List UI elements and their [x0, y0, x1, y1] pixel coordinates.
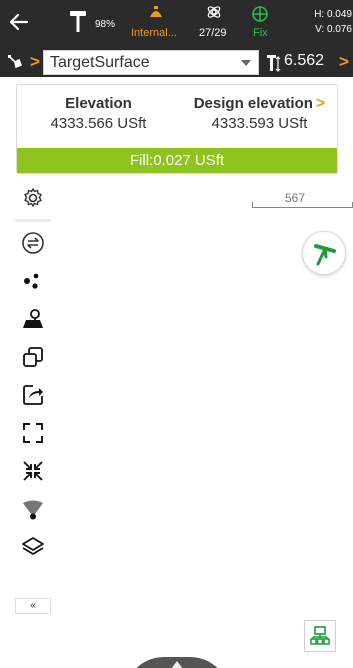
shrink-button[interactable]	[15, 453, 51, 489]
design-elevation-value: 4333.593 USft	[211, 115, 308, 132]
solution-status: Fix	[253, 27, 268, 39]
antenna-rod-icon[interactable]	[266, 53, 282, 73]
v-precision: V: 0.076	[315, 24, 352, 35]
map-location-button[interactable]	[15, 301, 51, 337]
left-toolbar	[15, 178, 51, 616]
precision-readout: H: 0.049 V: 0.076	[302, 7, 352, 37]
toolbar-divider	[15, 219, 51, 222]
chevron-right-icon[interactable]: >	[339, 52, 349, 72]
settings-icon	[24, 188, 42, 207]
collapse-arrows-icon	[23, 461, 43, 481]
map-scale-bar	[252, 202, 353, 208]
swap-button[interactable]	[15, 225, 51, 261]
satellite-icon	[207, 6, 221, 18]
rover-link-icon	[150, 6, 162, 17]
collapse-toolbar-button[interactable]: «	[15, 598, 51, 614]
status-bar: 98% Internal... 27/29 Fix H: 0.049 V: 0.…	[0, 0, 353, 48]
signal-button[interactable]	[15, 491, 51, 527]
antenna-height-value[interactable]: 6.562	[284, 52, 324, 70]
stakeout-surface-icon[interactable]	[6, 53, 26, 71]
satellite-count: 27/29	[199, 27, 227, 39]
fill-status-bar: Fill:0.027 USft	[17, 148, 337, 173]
elevation-card: Elevation 4333.566 USft Design elevation…	[16, 84, 338, 174]
design-elevation-label[interactable]: Design elevation	[194, 95, 313, 112]
stakeout-pole-icon	[314, 244, 336, 266]
network-icon	[310, 626, 330, 645]
network-button[interactable]	[304, 620, 336, 652]
battery-level: 98%	[95, 19, 116, 30]
fit-extent-icon	[23, 423, 43, 443]
export-icon	[23, 385, 43, 405]
settings-button[interactable]	[15, 180, 51, 216]
chevron-right-icon: >	[30, 52, 40, 71]
fit-extent-button[interactable]	[15, 415, 51, 451]
stakeout-button[interactable]	[302, 231, 346, 275]
dropdown-caret-icon	[241, 60, 251, 66]
map-location-icon	[23, 309, 43, 328]
elevation-label: Elevation	[65, 95, 132, 112]
surface-select-value: TargetSurface	[50, 54, 150, 71]
elevation-column: Elevation 4333.566 USft	[17, 95, 180, 132]
elevation-value: 4333.566 USft	[50, 115, 147, 132]
frame-button[interactable]	[15, 339, 51, 375]
swap-icon	[22, 232, 44, 254]
points-icon	[24, 273, 39, 289]
layers-button[interactable]	[15, 529, 51, 565]
link-label: Internal...	[131, 27, 177, 39]
surface-select[interactable]: TargetSurface	[43, 50, 259, 75]
points-button[interactable]	[15, 263, 51, 299]
layers-icon	[22, 537, 44, 555]
fix-crosshair-icon	[252, 6, 268, 22]
layers-frame-icon	[23, 347, 43, 367]
target-bar: > TargetSurface 6.562 >	[0, 48, 353, 77]
export-button[interactable]	[15, 377, 51, 413]
gnss-receiver-icon	[70, 11, 86, 32]
chevron-right-icon[interactable]: >	[316, 95, 325, 112]
signal-icon	[23, 500, 43, 520]
back-arrow-icon[interactable]	[8, 11, 30, 33]
h-precision: H: 0.049	[314, 9, 352, 20]
design-elevation-column[interactable]: Design elevation > 4333.593 USft	[180, 95, 339, 132]
